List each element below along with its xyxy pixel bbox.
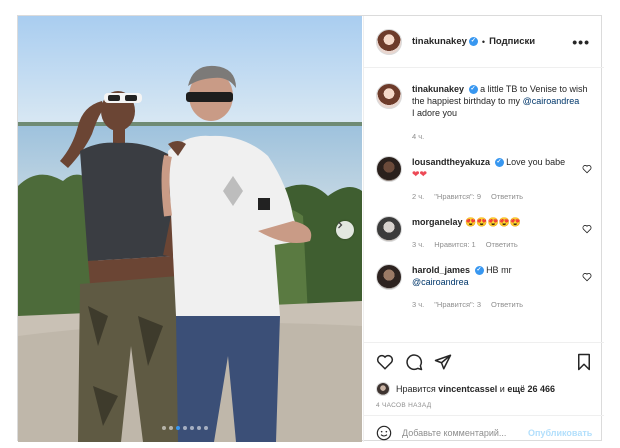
- verified-icon: ✓: [494, 158, 504, 168]
- post-photo[interactable]: [18, 16, 362, 442]
- caption-time: 4 ч.: [412, 132, 425, 141]
- commenter-avatar[interactable]: [376, 216, 402, 242]
- post-card: tinakunakey ✓ • Подписки ••• tinakunakey…: [17, 15, 604, 442]
- comment-item: harold_james ✓ HB mr @cairoandrea 3 ч. "…: [376, 264, 592, 311]
- caption-mention[interactable]: @cairoandrea: [523, 96, 580, 106]
- author-username[interactable]: tinakunakey: [412, 36, 467, 47]
- carousel-dot: [183, 426, 187, 430]
- comment-time[interactable]: 3 ч.: [412, 299, 424, 311]
- comment-time[interactable]: 2 ч.: [412, 191, 424, 203]
- post-header: tinakunakey ✓ • Подписки •••: [364, 16, 604, 68]
- comments-list[interactable]: tinakunakey ✓ a little TB to Venise to w…: [364, 69, 604, 341]
- liker-avatar[interactable]: [376, 382, 390, 396]
- heart-icon[interactable]: [376, 353, 394, 371]
- comment-text: Love you babe: [506, 157, 566, 167]
- likes-and: и: [499, 384, 505, 394]
- heart-icon[interactable]: [582, 224, 592, 234]
- follow-status-button[interactable]: Подписки: [489, 36, 535, 47]
- bookmark-icon: [578, 353, 590, 371]
- photo-illustration: [18, 16, 362, 442]
- heart-icon[interactable]: [582, 164, 592, 174]
- emoji-icon[interactable]: [376, 425, 392, 441]
- verified-icon: ✓: [474, 266, 484, 276]
- comment-text: HB mr: [486, 265, 512, 275]
- commenter-avatar[interactable]: [376, 264, 402, 290]
- post-sidebar: tinakunakey ✓ • Подписки ••• tinakunakey…: [363, 16, 604, 442]
- verified-icon: ✓: [468, 85, 478, 95]
- comment-reply-button[interactable]: Ответить: [486, 239, 518, 251]
- commenter-username[interactable]: harold_james: [412, 265, 470, 275]
- comment-reply-button[interactable]: Ответить: [491, 299, 523, 311]
- likes-count[interactable]: ещё 26 466: [507, 384, 555, 394]
- caption-text-end: I adore you: [412, 108, 458, 118]
- comment-likes[interactable]: "Нравится": 3: [434, 299, 481, 311]
- liker-username[interactable]: vincentcassel: [438, 384, 497, 394]
- author-avatar[interactable]: [376, 28, 402, 55]
- comment-item: lousandtheyakuza ✓ Love you babe ❤❤ 2 ч.…: [376, 156, 592, 203]
- post-date[interactable]: 4 ЧАСОВ НАЗАД: [376, 402, 431, 409]
- commenter-username[interactable]: morganelay: [412, 217, 463, 227]
- share-icon[interactable]: [434, 353, 452, 371]
- comment-time[interactable]: 3 ч.: [412, 239, 424, 251]
- publish-button[interactable]: Опубликовать: [528, 428, 592, 438]
- comment-mention[interactable]: @cairoandrea: [412, 277, 469, 287]
- comment-reply-button[interactable]: Ответить: [491, 191, 523, 203]
- comment-emoji: ❤❤: [412, 169, 428, 179]
- heart-icon[interactable]: [582, 272, 592, 282]
- comment-likes[interactable]: "Нравится": 9: [434, 191, 481, 203]
- comment-emoji: 😍😍😍😍😍: [465, 217, 522, 227]
- carousel-dot: [197, 426, 201, 430]
- caption-username[interactable]: tinakunakey: [412, 84, 464, 94]
- more-icon[interactable]: •••: [572, 34, 590, 50]
- carousel-dot: [190, 426, 194, 430]
- carousel-next-button[interactable]: [336, 221, 354, 239]
- carousel-dot: [169, 426, 173, 430]
- add-comment-row: Опубликовать: [364, 415, 604, 448]
- carousel-indicator: [162, 426, 208, 430]
- commenter-avatar[interactable]: [376, 156, 402, 182]
- post-actions: Нравится vincentcassel и ещё 26 466 4 ЧА…: [364, 342, 604, 440]
- add-comment-input[interactable]: [402, 427, 522, 438]
- bookmark-button[interactable]: [576, 353, 592, 371]
- caption-avatar[interactable]: [376, 83, 402, 109]
- comment-likes[interactable]: Нравится: 1: [434, 239, 475, 251]
- chevron-right-icon: [338, 221, 343, 229]
- carousel-dot: [204, 426, 208, 430]
- commenter-username[interactable]: lousandtheyakuza: [412, 157, 490, 167]
- verified-icon: ✓: [468, 37, 478, 46]
- likes-summary: Нравится vincentcassel и ещё 26 466: [376, 382, 555, 396]
- header-separator: •: [481, 36, 486, 47]
- likes-prefix: Нравится: [396, 384, 436, 394]
- comment-item: morganelay 😍😍😍😍😍 3 ч. Нравится: 1 Ответи…: [376, 216, 592, 251]
- carousel-dot: [162, 426, 166, 430]
- comment-icon[interactable]: [405, 353, 423, 371]
- post-caption: tinakunakey ✓ a little TB to Venise to w…: [376, 83, 592, 143]
- carousel-dot: [176, 426, 180, 430]
